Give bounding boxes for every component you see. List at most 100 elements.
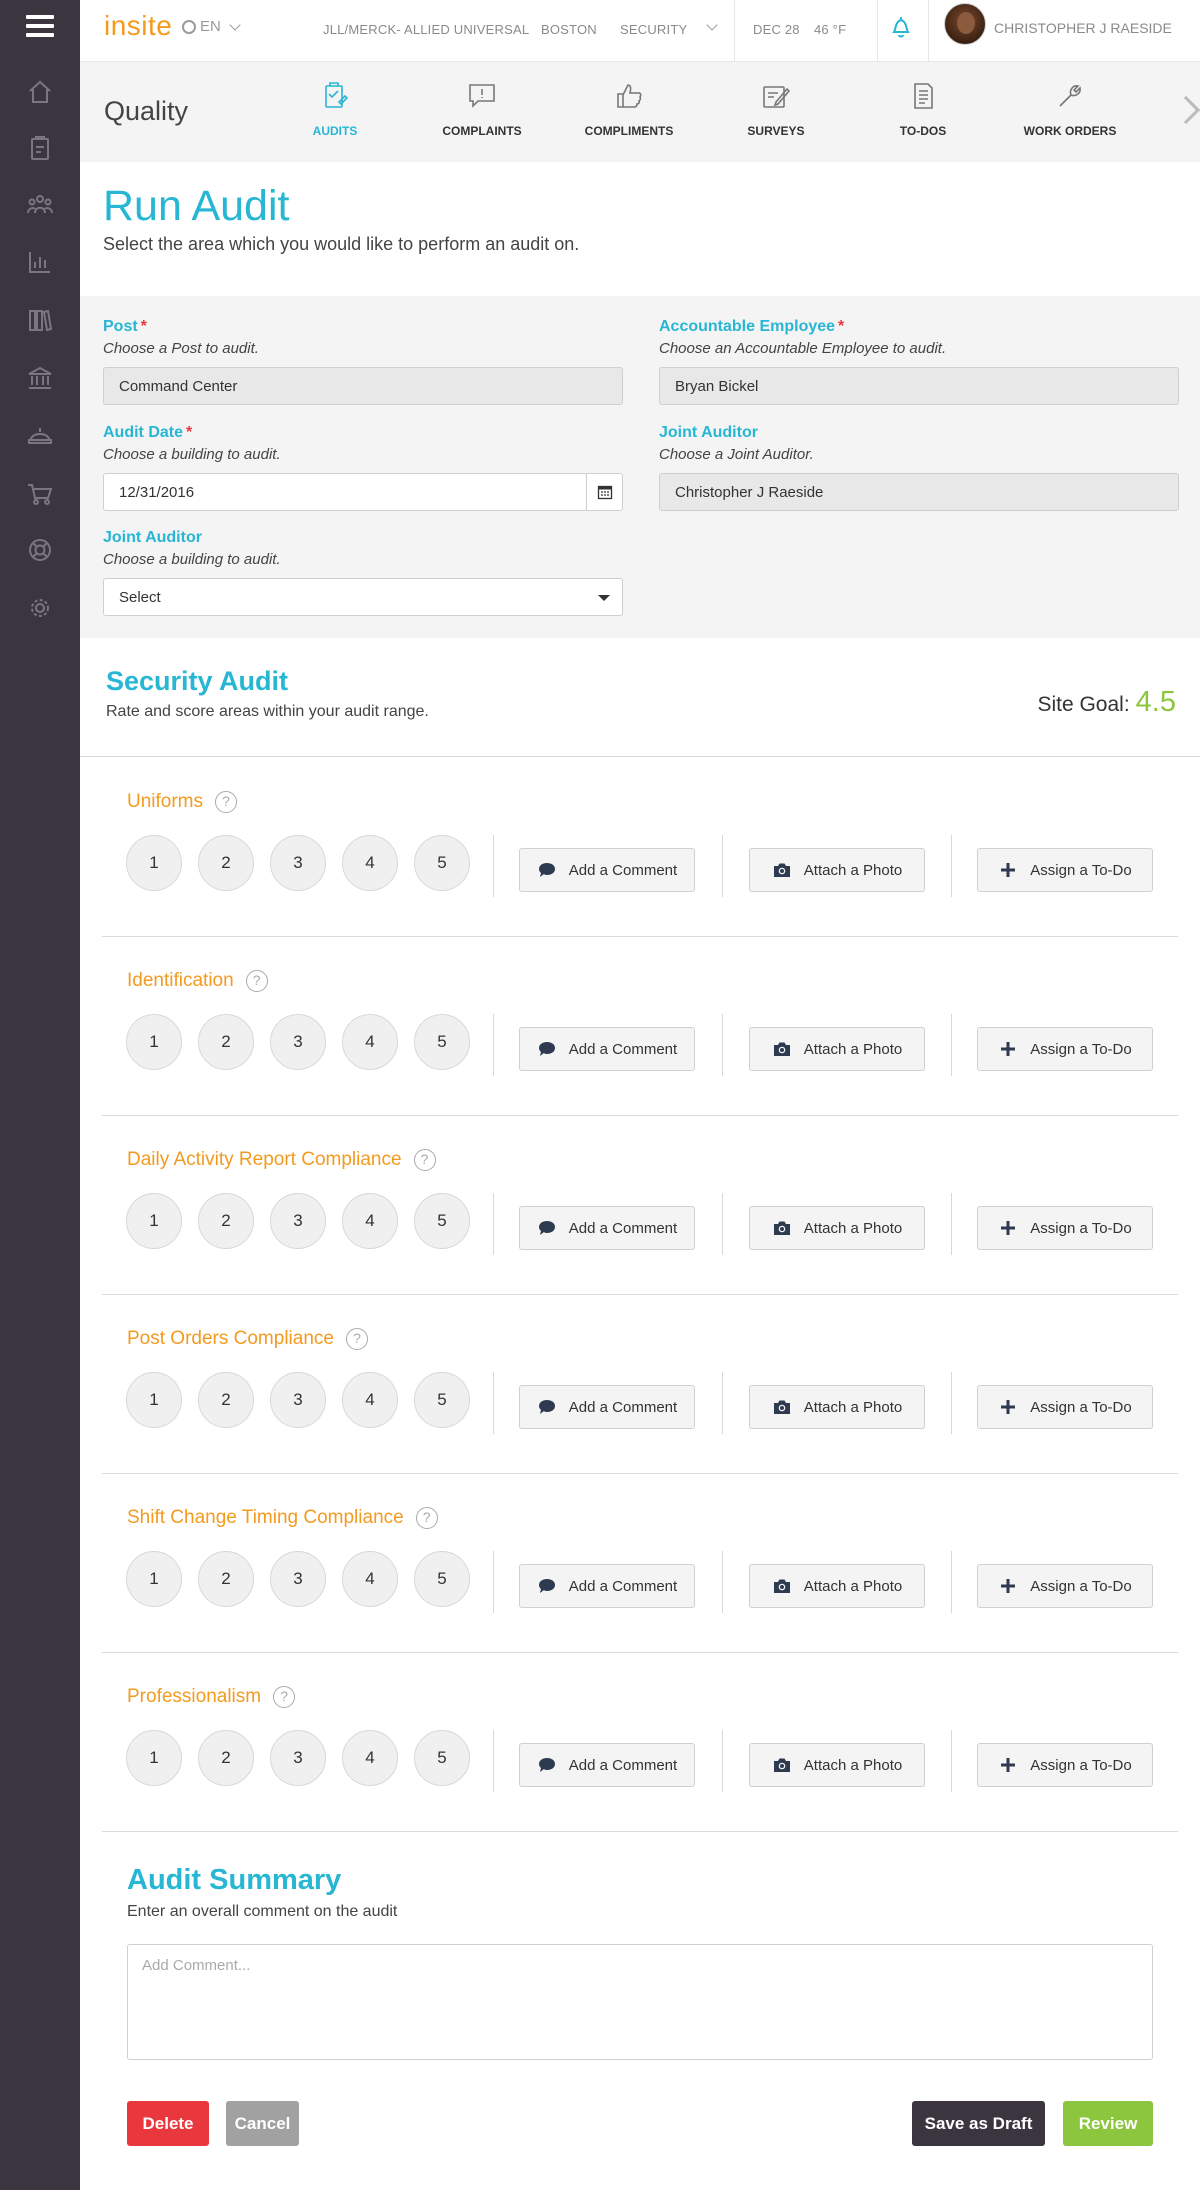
score-button-2[interactable]: 2 bbox=[198, 1014, 254, 1070]
library-icon[interactable] bbox=[24, 304, 56, 336]
accountable-employee-input[interactable]: Bryan Bickel bbox=[659, 367, 1179, 405]
add-comment-button[interactable]: Add a Comment bbox=[519, 1385, 695, 1429]
app-logo[interactable]: insite bbox=[104, 10, 172, 42]
add-comment-button[interactable]: Add a Comment bbox=[519, 1027, 695, 1071]
score-button-2[interactable]: 2 bbox=[198, 1551, 254, 1607]
save-draft-button[interactable]: Save as Draft bbox=[912, 2101, 1045, 2146]
assign-todo-button[interactable]: Assign a To-Do bbox=[977, 1743, 1153, 1787]
cancel-button[interactable]: Cancel bbox=[226, 2101, 299, 2146]
audit-section-subtitle: Rate and score areas within your audit r… bbox=[106, 703, 429, 720]
summary-comment-input[interactable]: Add Comment... bbox=[127, 1944, 1153, 2060]
help-icon[interactable]: ? bbox=[215, 791, 238, 813]
add-comment-button[interactable]: Add a Comment bbox=[519, 1564, 695, 1608]
score-button-3[interactable]: 3 bbox=[270, 1014, 326, 1070]
help-icon[interactable]: ? bbox=[415, 1507, 438, 1529]
user-name[interactable]: CHRISTOPHER J RAESIDE bbox=[994, 20, 1172, 36]
delete-button[interactable]: Delete bbox=[127, 2101, 209, 2146]
tab-todos[interactable]: TO-DOs bbox=[863, 80, 983, 138]
menu-button[interactable] bbox=[0, 0, 80, 52]
tab-compliments[interactable]: COMPLIMENTS bbox=[569, 80, 689, 138]
audit-form: Post * Choose a Post to audit. Command Ce… bbox=[80, 296, 1200, 638]
score-button-4[interactable]: 4 bbox=[342, 1730, 398, 1786]
avatar[interactable] bbox=[944, 3, 986, 45]
caret-down-icon bbox=[598, 595, 610, 601]
attach-photo-button[interactable]: Attach a Photo bbox=[749, 1206, 925, 1250]
score-button-4[interactable]: 4 bbox=[342, 1372, 398, 1428]
score-button-1[interactable]: 1 bbox=[126, 835, 182, 891]
lifebuoy-icon[interactable] bbox=[24, 534, 56, 566]
score-button-1[interactable]: 1 bbox=[126, 1014, 182, 1070]
assign-todo-button[interactable]: Assign a To-Do bbox=[977, 1027, 1153, 1071]
joint-auditor-select[interactable]: Select bbox=[103, 578, 623, 616]
vertical-divider bbox=[722, 1372, 723, 1434]
score-button-5[interactable]: 5 bbox=[414, 1372, 470, 1428]
tab-complaints[interactable]: COMPLAINTS bbox=[422, 80, 542, 138]
help-icon[interactable]: ? bbox=[345, 1328, 368, 1350]
add-comment-button[interactable]: Add a Comment bbox=[519, 1206, 695, 1250]
score-button-3[interactable]: 3 bbox=[270, 1730, 326, 1786]
score-button-2[interactable]: 2 bbox=[198, 835, 254, 891]
hard-hat-icon[interactable] bbox=[24, 420, 56, 452]
score-button-5[interactable]: 5 bbox=[414, 835, 470, 891]
score-button-3[interactable]: 3 bbox=[270, 1372, 326, 1428]
assign-todo-button[interactable]: Assign a To-Do bbox=[977, 1385, 1153, 1429]
client-label[interactable]: JLL/MERCK- ALLIED UNIVERSAL bbox=[323, 22, 529, 37]
score-button-3[interactable]: 3 bbox=[270, 1551, 326, 1607]
post-input[interactable]: Command Center bbox=[103, 367, 623, 405]
bell-icon[interactable] bbox=[890, 14, 912, 40]
score-button-5[interactable]: 5 bbox=[414, 1014, 470, 1070]
audit-date-input[interactable]: 12/31/2016 bbox=[103, 473, 587, 511]
score-button-2[interactable]: 2 bbox=[198, 1193, 254, 1249]
city-label[interactable]: BOSTON bbox=[541, 22, 597, 37]
camera-icon bbox=[773, 1400, 790, 1414]
assign-todo-button[interactable]: Assign a To-Do bbox=[977, 1206, 1153, 1250]
attach-photo-button[interactable]: Attach a Photo bbox=[749, 1385, 925, 1429]
tab-audits[interactable]: AUDITS bbox=[275, 80, 395, 138]
score-button-1[interactable]: 1 bbox=[126, 1372, 182, 1428]
score-button-4[interactable]: 4 bbox=[342, 1014, 398, 1070]
location-chevron-down-icon[interactable] bbox=[706, 19, 718, 31]
page-subtitle: Select the area which you would like to … bbox=[103, 234, 580, 254]
attach-photo-button[interactable]: Attach a Photo bbox=[749, 1564, 925, 1608]
add-comment-button[interactable]: Add a Comment bbox=[519, 1743, 695, 1787]
sidebar bbox=[0, 0, 80, 2190]
score-button-4[interactable]: 4 bbox=[342, 1193, 398, 1249]
bank-icon[interactable] bbox=[24, 362, 56, 394]
next-arrow-icon[interactable] bbox=[1171, 95, 1200, 125]
language-selector[interactable]: EN bbox=[182, 18, 241, 35]
calendar-button[interactable] bbox=[586, 473, 623, 511]
help-icon[interactable]: ? bbox=[413, 1149, 436, 1171]
help-icon[interactable]: ? bbox=[245, 970, 268, 992]
cart-icon[interactable] bbox=[24, 478, 56, 510]
score-button-5[interactable]: 5 bbox=[414, 1551, 470, 1607]
score-button-3[interactable]: 3 bbox=[270, 1193, 326, 1249]
assign-todo-button[interactable]: Assign a To-Do bbox=[977, 848, 1153, 892]
bar-chart-icon[interactable] bbox=[24, 246, 56, 278]
tab-work-orders[interactable]: WORK ORDERS bbox=[1010, 80, 1130, 138]
home-icon[interactable] bbox=[24, 76, 56, 108]
help-icon[interactable]: ? bbox=[273, 1686, 296, 1708]
settings-icon[interactable] bbox=[24, 592, 56, 624]
score-button-2[interactable]: 2 bbox=[198, 1730, 254, 1786]
people-icon[interactable] bbox=[24, 189, 56, 221]
attach-photo-button[interactable]: Attach a Photo bbox=[749, 848, 925, 892]
review-button[interactable]: Review bbox=[1063, 2101, 1153, 2146]
audit-clipboard-icon[interactable] bbox=[24, 132, 56, 164]
score-button-5[interactable]: 5 bbox=[414, 1730, 470, 1786]
attach-photo-button[interactable]: Attach a Photo bbox=[749, 1027, 925, 1071]
joint-auditor-input[interactable]: Christopher J Raeside bbox=[659, 473, 1179, 511]
add-comment-button[interactable]: Add a Comment bbox=[519, 848, 695, 892]
score-button-1[interactable]: 1 bbox=[126, 1551, 182, 1607]
attach-photo-button[interactable]: Attach a Photo bbox=[749, 1743, 925, 1787]
department-label[interactable]: SECURITY bbox=[620, 22, 687, 37]
score-button-4[interactable]: 4 bbox=[342, 1551, 398, 1607]
score-button-1[interactable]: 1 bbox=[126, 1730, 182, 1786]
score-button-5[interactable]: 5 bbox=[414, 1193, 470, 1249]
tab-surveys[interactable]: SURVEYS bbox=[716, 80, 836, 138]
assign-todo-button[interactable]: Assign a To-Do bbox=[977, 1564, 1153, 1608]
score-button-2[interactable]: 2 bbox=[198, 1372, 254, 1428]
score-button-4[interactable]: 4 bbox=[342, 835, 398, 891]
score-button-1[interactable]: 1 bbox=[126, 1193, 182, 1249]
calendar-icon bbox=[597, 485, 612, 500]
score-button-3[interactable]: 3 bbox=[270, 835, 326, 891]
